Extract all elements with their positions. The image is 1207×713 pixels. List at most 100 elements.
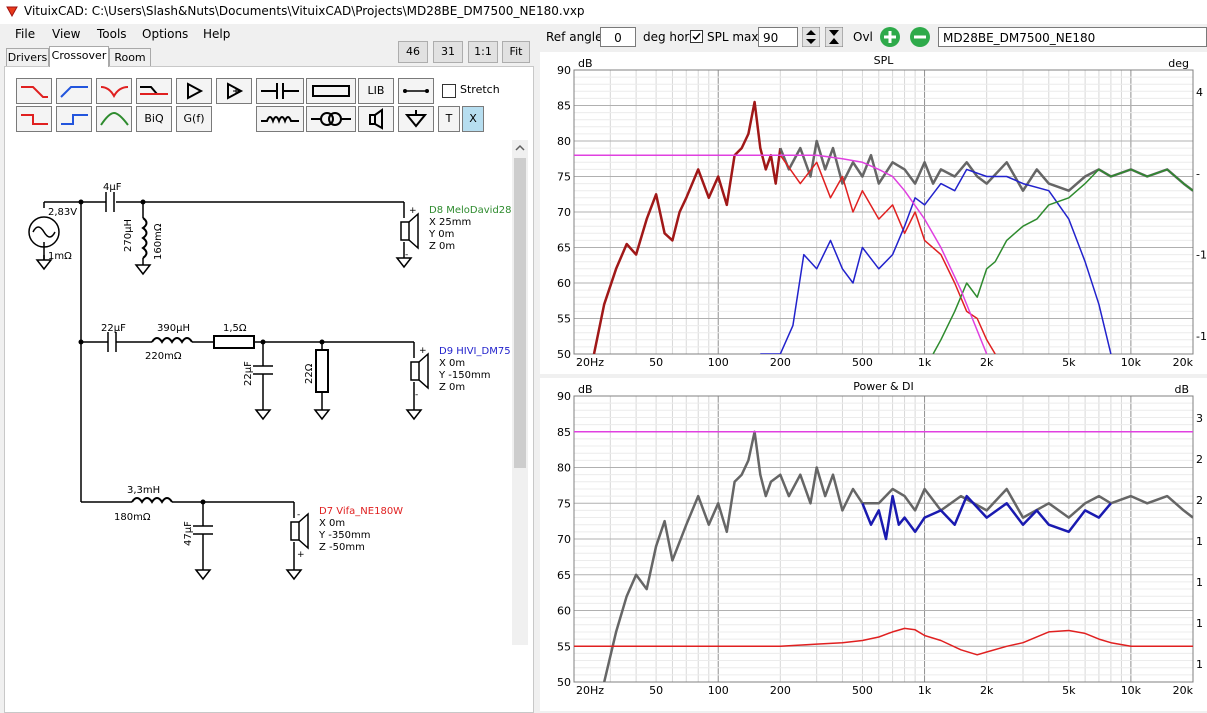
c0-ylabel: dB: [578, 57, 593, 70]
mid-driver-name[interactable]: D9 HIVI_DM75: [439, 346, 511, 357]
woofer-driver-name[interactable]: D7 Vifa_NE180W: [319, 506, 403, 517]
c0-ytick: 90: [557, 64, 571, 77]
zoom-1-1-button[interactable]: 1:1: [468, 41, 498, 63]
zoom-fit-button[interactable]: Fit: [502, 41, 530, 63]
project-name-field[interactable]: MD28BE_DM7500_NE180: [938, 27, 1207, 47]
buffer-icon: [187, 82, 204, 100]
c0-xtick: 10k: [1121, 356, 1142, 369]
speaker-icon: [369, 108, 383, 130]
c0-xtick: 50: [649, 356, 663, 369]
ref-angle-input[interactable]: 0: [600, 27, 636, 47]
c1-y2tick: 2: [1196, 453, 1203, 466]
c1-y2tick: 1: [1196, 576, 1203, 589]
biquad-button[interactable]: BiQ: [136, 106, 172, 132]
spl-spin-icon[interactable]: [802, 27, 820, 47]
mid-shunt-res-label: 22Ω: [304, 363, 315, 384]
power-di-chart[interactable]: Power & DIdB dB90858075706560555032211112…: [540, 378, 1207, 711]
tweeter-coil-label: 270µH: [123, 219, 134, 252]
tweeter-driver-icon[interactable]: [400, 221, 410, 241]
inductor-button[interactable]: [256, 106, 304, 132]
c0-ytick: 75: [557, 171, 571, 184]
c0-xtick: 100: [708, 356, 729, 369]
scroll-up-icon[interactable]: [514, 142, 526, 154]
cap-22uf-shunt[interactable]: [253, 365, 273, 375]
capacitor-button[interactable]: [256, 78, 304, 104]
menu-help[interactable]: Help: [201, 27, 232, 41]
mid-driver-icon[interactable]: [410, 361, 420, 381]
driver-button[interactable]: [358, 106, 394, 132]
scrollbar-thumb[interactable]: [514, 158, 526, 468]
spl-chart[interactable]: SPL dB deg 90 85 80 75 70 65 60 55 50 4 - -1 -1 20Hz 50 10…: [540, 52, 1207, 374]
deg-hor-label: deg hor: [643, 30, 690, 44]
buffer-button[interactable]: [176, 78, 212, 104]
c0-y2tick: -: [1196, 167, 1200, 180]
shelf-button[interactable]: [136, 78, 172, 104]
c1-y2tick: 1: [1196, 617, 1203, 630]
lowpass-icon: [21, 86, 48, 98]
notch-red-button[interactable]: [96, 78, 132, 104]
c0-xtick: 200: [770, 356, 791, 369]
cap-22uf-series[interactable]: [107, 332, 117, 352]
stretch-checkbox[interactable]: [442, 84, 456, 98]
inductor-icon: [261, 116, 299, 124]
tab-room[interactable]: Room: [109, 48, 151, 67]
ground-button[interactable]: [398, 106, 434, 132]
text-button[interactable]: T: [438, 106, 460, 132]
stretch-label: Stretch: [460, 83, 500, 96]
wire-icon: [403, 89, 429, 93]
lib-button[interactable]: LIB: [358, 78, 394, 104]
menu-view[interactable]: View: [50, 27, 82, 41]
c0-ytick: 65: [557, 242, 571, 255]
spl-max-checkbox[interactable]: [690, 30, 703, 43]
menu-tools[interactable]: Tools: [95, 27, 129, 41]
tab-crossover[interactable]: Crossover: [49, 46, 109, 67]
add-overlay-button[interactable]: [880, 27, 900, 47]
cap-4uf[interactable]: [105, 192, 115, 212]
lowpass-red-2-button[interactable]: [16, 106, 52, 132]
delete-button[interactable]: X: [462, 106, 484, 132]
c1-xtick: 50: [649, 684, 663, 697]
highpass-icon: [60, 86, 88, 98]
highpass-blue-button[interactable]: [56, 78, 92, 104]
c1-ytick: 50: [557, 676, 571, 689]
woofer-coil-res-label: 180mΩ: [114, 512, 151, 523]
tab-drivers[interactable]: Drivers: [6, 48, 49, 67]
zoom-31-button[interactable]: 31: [433, 41, 463, 63]
transfer-function-button[interactable]: G(f): [176, 106, 212, 132]
tweeter-driver-name[interactable]: D8 MeloDavid28: [429, 205, 512, 216]
menu-options[interactable]: Options: [140, 27, 190, 41]
svg-text:-: -: [415, 390, 418, 400]
resistor-button[interactable]: [306, 78, 356, 104]
woofer-driver-icon[interactable]: [290, 521, 300, 541]
mid-resistor-label: 1,5Ω: [223, 323, 247, 334]
svg-text:+: +: [297, 550, 305, 560]
zoom-46-button[interactable]: 46: [398, 41, 428, 63]
c0-xtick: 20Hz: [576, 356, 604, 369]
capacitor-icon: [261, 83, 299, 99]
remove-overlay-button[interactable]: [910, 27, 930, 47]
coil-390uh[interactable]: [151, 337, 193, 344]
resistor-1-5ohm[interactable]: [213, 335, 255, 349]
summing-icon: [227, 82, 244, 100]
wire-button[interactable]: [398, 78, 434, 104]
spl-max-input[interactable]: 90: [758, 27, 798, 47]
c1-xtick: 500: [852, 684, 873, 697]
cap-47uf[interactable]: [193, 525, 213, 535]
summing-button[interactable]: [216, 78, 252, 104]
shelf-icon: [140, 86, 168, 95]
transformer-button[interactable]: [306, 106, 356, 132]
coil-270uh[interactable]: [141, 217, 148, 259]
menu-file[interactable]: File: [13, 27, 37, 41]
highpass-blue-2-button[interactable]: [56, 106, 92, 132]
range-collapse-icon[interactable]: [825, 27, 843, 47]
bandpass-green-button[interactable]: [96, 106, 132, 132]
resistor-22ohm[interactable]: [315, 349, 329, 393]
lowpass-red-button[interactable]: [16, 78, 52, 104]
woofer-cap-label: 47µF: [183, 521, 194, 546]
c1-xtick: 10k: [1121, 684, 1142, 697]
c1-ytick: 80: [557, 462, 571, 475]
c0-title: SPL: [874, 54, 895, 67]
coil-3-3mh[interactable]: [131, 497, 173, 504]
window-title: VituixCAD: C:\Users\Slash&Nuts\Documents…: [24, 4, 585, 18]
app-logo-icon: [6, 6, 18, 17]
